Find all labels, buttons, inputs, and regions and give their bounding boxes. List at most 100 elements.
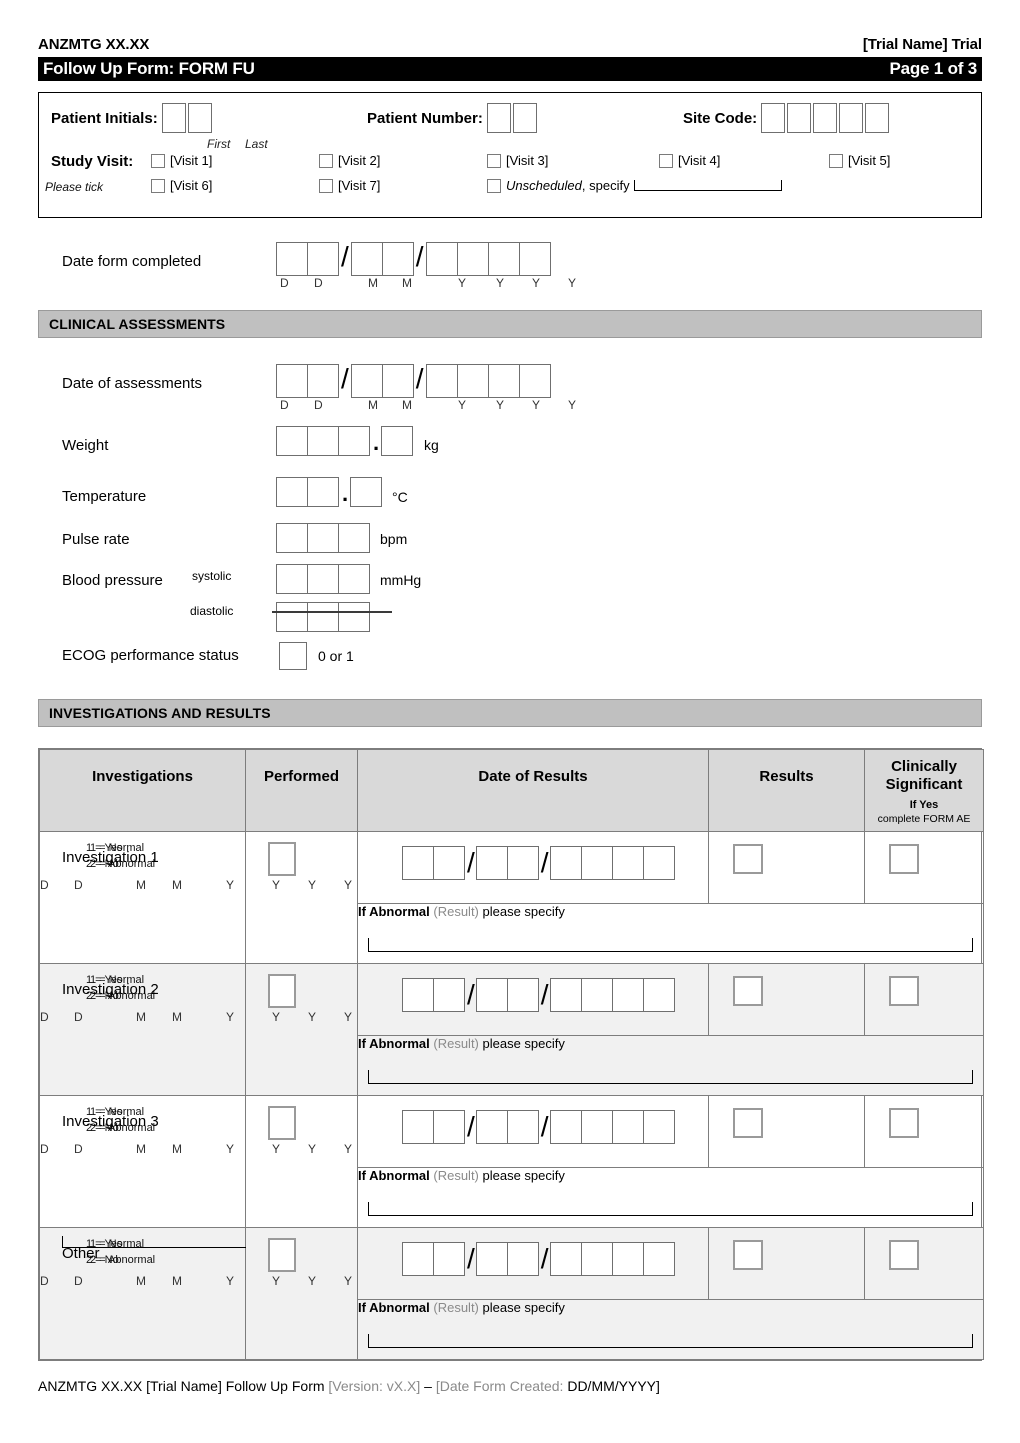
- bp-diastolic-digit-2[interactable]: [307, 602, 339, 632]
- inv3-dor-year-3[interactable]: [611, 1110, 644, 1144]
- investigation-1-performed-input[interactable]: [268, 842, 296, 876]
- investigation-3-specify-input[interactable]: [368, 1202, 973, 1216]
- doa-day-1[interactable]: [276, 364, 308, 398]
- patient-initial-first-input[interactable]: [161, 103, 186, 133]
- study-visit-option-unscheduled[interactable]: Unscheduled , specify: [487, 178, 782, 193]
- doa-year-3[interactable]: [487, 364, 520, 398]
- study-visit-option-4[interactable]: [Visit 4]: [659, 153, 720, 168]
- dfc-year-3[interactable]: [487, 242, 520, 276]
- inv3-dor-day-2[interactable]: [433, 1110, 465, 1144]
- inv4-dor-year-1[interactable]: [549, 1242, 582, 1276]
- checkbox-visit-2[interactable]: [319, 153, 333, 168]
- inv1-dor-year-2[interactable]: [580, 846, 613, 880]
- checkbox-visit-6[interactable]: [151, 178, 165, 193]
- inv4-dor-month-1[interactable]: [475, 1242, 508, 1276]
- inv1-dor-year-1[interactable]: [549, 846, 582, 880]
- investigation-3-result-input[interactable]: [733, 1108, 763, 1138]
- pulse-digit-1[interactable]: [276, 523, 308, 553]
- investigation-3-performed-input[interactable]: [268, 1106, 296, 1140]
- bp-diastolic-digit-3[interactable]: [338, 602, 370, 632]
- inv2-dor-month-1[interactable]: [475, 978, 508, 1012]
- inv3-dor-month-2[interactable]: [506, 1110, 539, 1144]
- inv2-dor-month-2[interactable]: [506, 978, 539, 1012]
- inv2-dor-day-1[interactable]: [402, 978, 434, 1012]
- bp-systolic-digit-2[interactable]: [307, 564, 339, 594]
- patient-number-digit-1[interactable]: [486, 103, 511, 133]
- inv2-dor-year-3[interactable]: [611, 978, 644, 1012]
- doa-month-2[interactable]: [381, 364, 414, 398]
- checkbox-visit-4[interactable]: [659, 153, 673, 168]
- inv4-dor-year-3[interactable]: [611, 1242, 644, 1276]
- checkbox-visit-3[interactable]: [487, 153, 501, 168]
- investigation-2-performed-input[interactable]: [268, 974, 296, 1008]
- inv2-dor-day-2[interactable]: [433, 978, 465, 1012]
- investigation-3-clinically-significant-input[interactable]: [889, 1108, 919, 1138]
- patient-number-digit-2[interactable]: [512, 103, 537, 133]
- site-code-digit-1[interactable]: [761, 103, 786, 133]
- inv3-dor-year-1[interactable]: [549, 1110, 582, 1144]
- investigation-2-result-input[interactable]: [733, 976, 763, 1006]
- investigation-other-result-specify-input[interactable]: [368, 1334, 973, 1348]
- weight-digit-1[interactable]: [276, 426, 308, 456]
- dfc-year-2[interactable]: [456, 242, 489, 276]
- checkbox-visit-7[interactable]: [319, 178, 333, 193]
- study-visit-option-6[interactable]: [Visit 6]: [151, 178, 212, 193]
- temperature-digit-2[interactable]: [307, 477, 339, 507]
- inv3-dor-year-2[interactable]: [580, 1110, 613, 1144]
- bp-systolic-digit-3[interactable]: [338, 564, 370, 594]
- investigation-other-result-input[interactable]: [733, 1240, 763, 1270]
- dfc-day-2[interactable]: [307, 242, 339, 276]
- bp-diastolic-digit-1[interactable]: [276, 602, 308, 632]
- doa-year-1[interactable]: [425, 364, 458, 398]
- investigation-2-specify-input[interactable]: [368, 1070, 973, 1084]
- inv1-dor-day-2[interactable]: [433, 846, 465, 880]
- inv1-dor-month-2[interactable]: [506, 846, 539, 880]
- site-code-digit-4[interactable]: [839, 103, 864, 133]
- dfc-month-2[interactable]: [381, 242, 414, 276]
- checkbox-visit-1[interactable]: [151, 153, 165, 168]
- inv3-dor-day-1[interactable]: [402, 1110, 434, 1144]
- inv4-dor-day-2[interactable]: [433, 1242, 465, 1276]
- site-code-digit-2[interactable]: [787, 103, 812, 133]
- investigation-other-performed-input[interactable]: [268, 1238, 296, 1272]
- inv1-dor-year-4[interactable]: [642, 846, 675, 880]
- inv4-dor-month-2[interactable]: [506, 1242, 539, 1276]
- investigation-other-clinically-significant-input[interactable]: [889, 1240, 919, 1270]
- dfc-year-1[interactable]: [425, 242, 458, 276]
- pulse-digit-3[interactable]: [338, 523, 370, 553]
- inv1-dor-day-1[interactable]: [402, 846, 434, 880]
- inv3-dor-year-4[interactable]: [642, 1110, 675, 1144]
- checkbox-visit-unscheduled[interactable]: [487, 178, 501, 193]
- temperature-digit-1[interactable]: [276, 477, 308, 507]
- inv3-dor-month-1[interactable]: [475, 1110, 508, 1144]
- doa-day-2[interactable]: [307, 364, 339, 398]
- study-visit-option-5[interactable]: [Visit 5]: [829, 153, 890, 168]
- dfc-day-1[interactable]: [276, 242, 308, 276]
- investigation-1-specify-input[interactable]: [368, 938, 973, 952]
- investigation-1-result-input[interactable]: [733, 844, 763, 874]
- weight-digit-2[interactable]: [307, 426, 339, 456]
- pulse-digit-2[interactable]: [307, 523, 339, 553]
- inv2-dor-year-4[interactable]: [642, 978, 675, 1012]
- site-code-digit-5[interactable]: [865, 103, 890, 133]
- inv4-dor-day-1[interactable]: [402, 1242, 434, 1276]
- study-visit-option-7[interactable]: [Visit 7]: [319, 178, 380, 193]
- investigation-1-clinically-significant-input[interactable]: [889, 844, 919, 874]
- inv2-dor-year-1[interactable]: [549, 978, 582, 1012]
- patient-initial-last-input[interactable]: [187, 103, 212, 133]
- dfc-month-1[interactable]: [350, 242, 383, 276]
- dfc-year-4[interactable]: [518, 242, 551, 276]
- bp-systolic-digit-1[interactable]: [276, 564, 308, 594]
- unscheduled-specify-input[interactable]: [633, 180, 782, 191]
- temperature-decimal-digit[interactable]: [350, 477, 383, 507]
- investigation-2-clinically-significant-input[interactable]: [889, 976, 919, 1006]
- study-visit-option-1[interactable]: [Visit 1]: [151, 153, 212, 168]
- inv4-dor-year-2[interactable]: [580, 1242, 613, 1276]
- doa-year-2[interactable]: [456, 364, 489, 398]
- ecog-input[interactable]: [279, 642, 307, 670]
- weight-digit-3[interactable]: [338, 426, 370, 456]
- investigation-other-specify-input[interactable]: [62, 1236, 272, 1248]
- inv1-dor-year-3[interactable]: [611, 846, 644, 880]
- study-visit-option-2[interactable]: [Visit 2]: [319, 153, 380, 168]
- doa-year-4[interactable]: [518, 364, 551, 398]
